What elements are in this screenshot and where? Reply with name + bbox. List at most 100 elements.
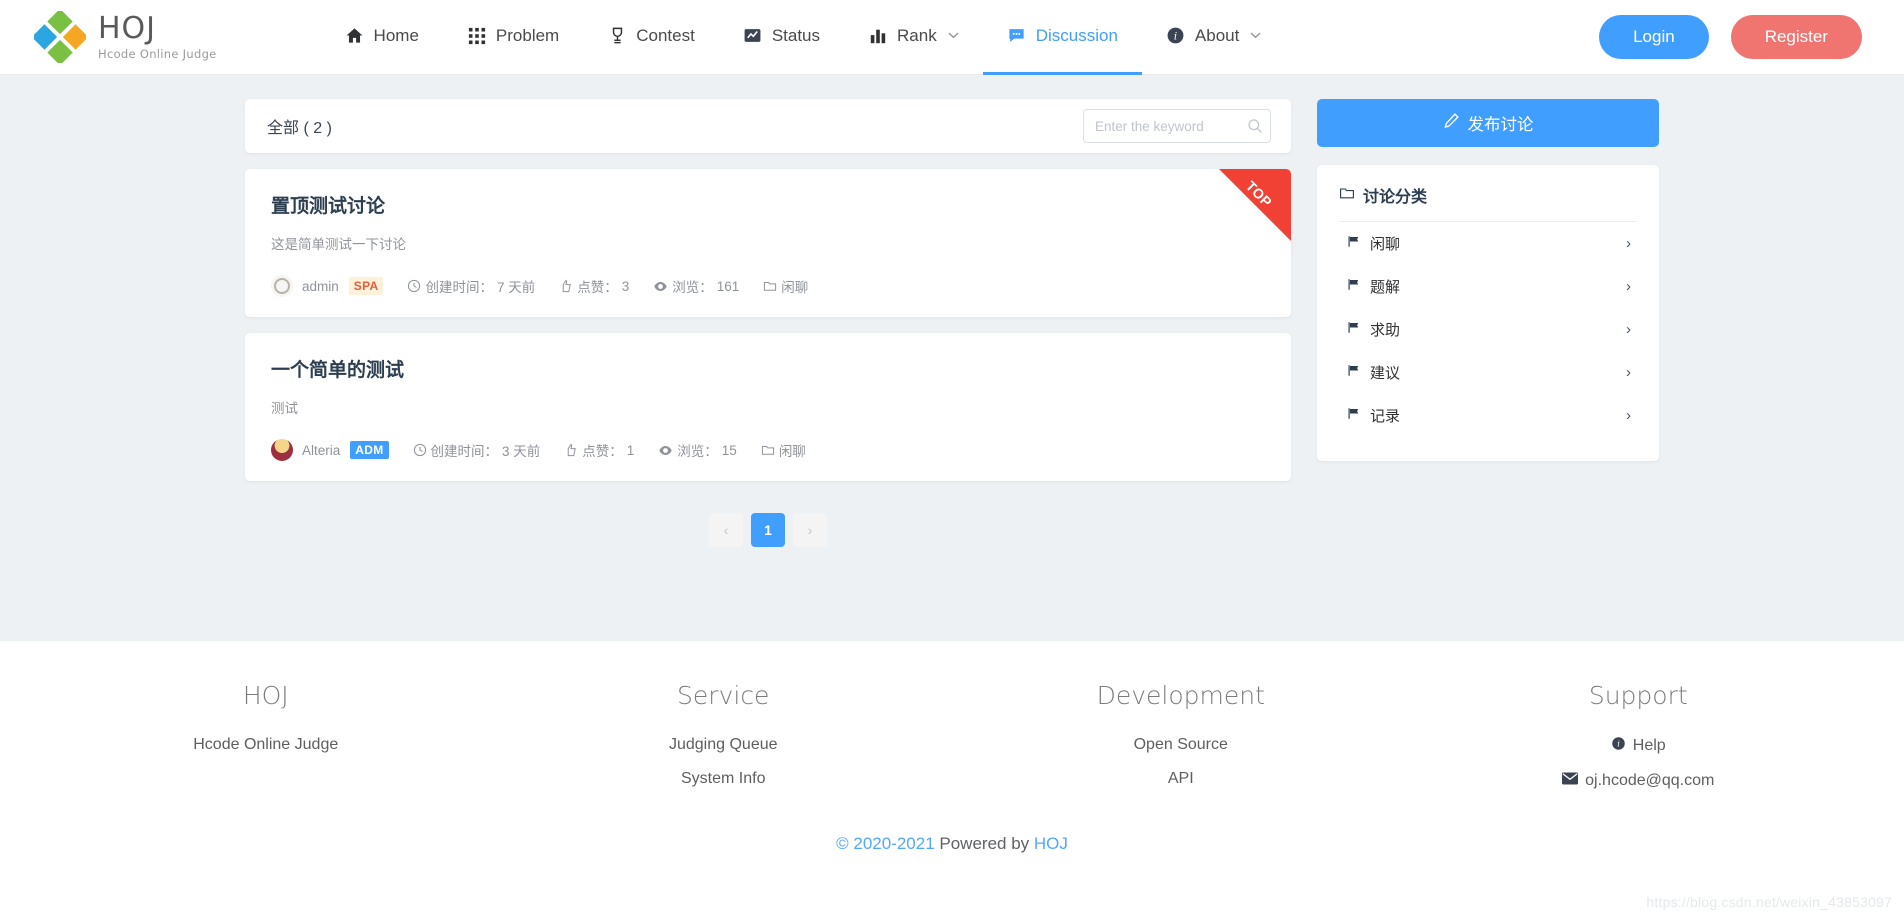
copyright-text: Powered by: [934, 834, 1034, 853]
folder-icon: [763, 279, 777, 293]
envelope-icon: [1562, 772, 1579, 790]
like-label: 点赞：: [577, 280, 618, 295]
created-time-value: 3 天前: [502, 444, 541, 459]
sidebar-item-label: 记录: [1370, 408, 1401, 425]
site-header: HOJ Hcode Online Judge Home Problem Cont…: [0, 0, 1904, 75]
footer-link[interactable]: System Info: [495, 770, 953, 788]
login-button[interactable]: Login: [1599, 15, 1709, 59]
footer-column-title: HOJ: [242, 681, 289, 710]
auth-buttons: Login Register: [1599, 15, 1862, 59]
pagination-next[interactable]: ›: [793, 513, 827, 547]
flag-icon: [1347, 406, 1362, 425]
flag-icon: [1347, 234, 1362, 253]
chevron-right-icon: ›: [1626, 321, 1631, 338]
sidebar-item-label: 建议: [1370, 365, 1401, 382]
copyright-brand-link[interactable]: HOJ: [1034, 834, 1068, 853]
sidebar-item-jilu[interactable]: 记录 ›: [1339, 394, 1637, 437]
category-label: 闲聊: [781, 280, 809, 295]
discussion-item[interactable]: 一个简单的测试 测试 Alteria ADM 创建时间： 3 天前 点赞： 1 …: [245, 333, 1291, 481]
page-body: 全部 ( 2 ) TOP 置顶测试讨论 这是简单测试一下讨论 admin: [0, 75, 1904, 641]
clock-icon: [407, 279, 421, 293]
publish-discussion-button[interactable]: 发布讨论: [1317, 99, 1659, 147]
like-label: 点赞：: [582, 444, 623, 459]
main-navigation: Home Problem Contest Status Rank Discuss…: [321, 0, 1286, 75]
category-group[interactable]: 闲聊: [761, 440, 806, 460]
sidebar-item-tijie[interactable]: 题解 ›: [1339, 265, 1637, 308]
nav-label-rank: Rank: [897, 25, 937, 45]
eye-icon: [658, 443, 673, 458]
watermark: https://blog.csdn.net/weixin_43853097: [1646, 894, 1892, 910]
sidebar-item-label: 闲聊: [1370, 236, 1401, 253]
category-group[interactable]: 闲聊: [763, 276, 808, 296]
discussion-meta: admin SPA 创建时间： 7 天前 点赞： 3 浏览： 161 闲聊: [271, 275, 1265, 297]
pagination: ‹ 1 ›: [245, 513, 1291, 547]
nav-item-home[interactable]: Home: [321, 0, 443, 75]
avatar[interactable]: [271, 439, 293, 461]
view-value: 15: [721, 442, 737, 458]
role-badge: SPA: [348, 277, 384, 295]
nav-item-status[interactable]: Status: [719, 0, 844, 75]
footer-link[interactable]: Open Source: [952, 736, 1410, 754]
search-input[interactable]: [1083, 109, 1271, 143]
clock-icon: [413, 443, 427, 457]
info-circle-icon: i: [1166, 26, 1186, 46]
sidebar-item-jianyi[interactable]: 建议 ›: [1339, 351, 1637, 394]
nav-item-problem[interactable]: Problem: [443, 0, 583, 75]
flag-icon: [1347, 277, 1362, 296]
chevron-right-icon: ›: [1626, 364, 1631, 381]
chevron-right-icon: ›: [1626, 278, 1631, 295]
created-time-value: 7 天前: [496, 280, 536, 295]
footer-link-email[interactable]: oj.hcode@qq.com: [1410, 772, 1868, 790]
brand-logo-link[interactable]: HOJ Hcode Online Judge: [31, 8, 217, 66]
discussion-title[interactable]: 一个简单的测试: [271, 355, 1265, 382]
footer-link[interactable]: Hcode Online Judge: [37, 736, 495, 754]
nav-label-home: Home: [373, 25, 419, 45]
view-group: 浏览： 15: [658, 440, 737, 460]
discussion-item[interactable]: TOP 置顶测试讨论 这是简单测试一下讨论 admin SPA 创建时间： 7 天…: [245, 169, 1291, 317]
author-name: admin: [302, 278, 339, 294]
nav-label-problem: Problem: [495, 25, 560, 45]
nav-item-about[interactable]: i About: [1142, 0, 1285, 75]
search-icon[interactable]: [1247, 118, 1263, 134]
footer-column-service: Service Judging Queue System Info: [495, 681, 953, 806]
nav-item-rank[interactable]: Rank: [844, 0, 983, 75]
folder-icon: [1339, 185, 1355, 206]
flag-icon: [1347, 363, 1362, 382]
nav-item-contest[interactable]: Contest: [583, 0, 719, 75]
like-group: 点赞： 1: [564, 440, 634, 460]
avatar[interactable]: [271, 275, 293, 297]
chevron-down-icon: [1250, 30, 1261, 42]
nav-item-discussion[interactable]: Discussion: [982, 0, 1142, 75]
search-box: [1083, 109, 1271, 143]
role-badge: ADM: [350, 441, 389, 459]
sidebar-item-xianliao[interactable]: 闲聊 ›: [1339, 222, 1637, 265]
footer-link-help[interactable]: i Help: [1410, 736, 1868, 756]
category-panel-header: 讨论分类: [1339, 183, 1637, 222]
category-label: 闲聊: [778, 444, 806, 459]
footer-link[interactable]: Judging Queue: [495, 736, 953, 754]
sidebar-item-qiuzhu[interactable]: 求助 ›: [1339, 308, 1637, 351]
view-value: 161: [716, 278, 740, 294]
site-footer: HOJ Hcode Online Judge Service Judging Q…: [0, 641, 1904, 916]
view-label: 浏览：: [672, 280, 713, 295]
category-panel-title: 讨论分类: [1363, 189, 1428, 206]
brand-title: HOJ: [98, 11, 157, 47]
chart-line-icon: [743, 26, 763, 46]
pagination-page-1[interactable]: 1: [751, 513, 785, 547]
discussion-title[interactable]: 置顶测试讨论: [271, 191, 1265, 218]
footer-link-label: Help: [1632, 737, 1666, 754]
trophy-icon: [607, 26, 627, 46]
hoj-pinwheel-logo-icon: [31, 8, 89, 66]
info-circle-icon: i: [1611, 736, 1626, 756]
chevron-right-icon: ›: [1626, 235, 1631, 252]
publish-discussion-label: 发布讨论: [1467, 116, 1534, 134]
register-button[interactable]: Register: [1730, 15, 1862, 59]
chevron-right-icon: ›: [1626, 407, 1631, 424]
footer-column-title: Development: [1096, 681, 1265, 710]
brand-subtitle: Hcode Online Judge: [98, 46, 217, 61]
created-time-label: 创建时间：: [430, 444, 499, 459]
nav-label-status: Status: [771, 25, 821, 45]
pagination-prev[interactable]: ‹: [709, 513, 743, 547]
footer-link-label: oj.hcode@qq.com: [1585, 772, 1715, 789]
footer-link[interactable]: API: [952, 770, 1410, 788]
